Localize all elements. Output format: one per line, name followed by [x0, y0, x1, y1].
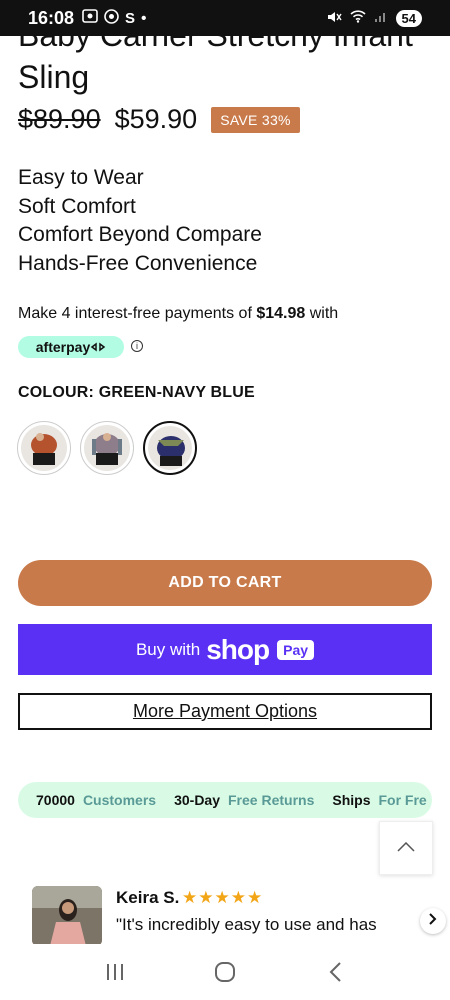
save-badge: SAVE 33% [211, 106, 300, 133]
review-next-button[interactable] [420, 908, 446, 934]
swatch-green-navy-blue[interactable] [143, 421, 197, 475]
screenshot-icon [82, 9, 98, 27]
price-row: $89.90 $59.90 SAVE 33% [18, 104, 300, 135]
reviewer-name: Keira S. [116, 888, 180, 907]
shop-logo: shop [206, 633, 270, 665]
trust-label: Customers [82, 792, 157, 808]
status-right-icons: 54 [326, 9, 422, 27]
afterpay-message: Make 4 interest-free payments of $14.98 … [18, 305, 338, 323]
trust-bar: 70000 Customers 30-Day Free Returns Ship… [18, 782, 432, 818]
battery-indicator: 54 [395, 9, 422, 27]
afterpay-text-before: Make 4 interest-free payments of [18, 305, 257, 322]
signal-icon [374, 10, 388, 26]
carrier-glyph: S [125, 9, 136, 27]
add-to-cart-button[interactable]: ADD TO CART [18, 560, 432, 606]
info-icon[interactable]: i [131, 340, 143, 352]
afterpay-arrow-icon [90, 339, 106, 355]
mute-icon [326, 10, 342, 27]
recent-apps-button[interactable] [100, 957, 130, 987]
scroll-to-top-button[interactable] [379, 821, 433, 875]
afterpay-brand: afterpay [35, 339, 91, 355]
dot-icon: • [141, 9, 147, 27]
chrome-icon [104, 8, 119, 28]
trust-label: Free Returns [228, 792, 315, 808]
swatch-image [148, 426, 192, 470]
feature-item: Comfort Beyond Compare [18, 223, 262, 246]
trust-num: 30-Day [174, 792, 220, 808]
pay-pill: Pay [277, 639, 315, 660]
feature-list: Easy to Wear Soft Comfort Comfort Beyond… [18, 164, 262, 278]
star-rating: ★★★★★ [182, 888, 264, 907]
feature-item: Soft Comfort [18, 194, 136, 218]
afterpay-logo[interactable]: afterpay [18, 336, 124, 358]
review-card: Keira S. ★★★★★ "It's incredibly easy to … [32, 886, 432, 946]
colour-swatches [17, 421, 197, 475]
chevron-up-icon [397, 839, 415, 857]
status-left-icons: S • [82, 8, 147, 28]
swatch-mauve-grey[interactable] [80, 421, 134, 475]
trust-label: For Fre [378, 792, 427, 808]
home-button[interactable] [210, 957, 240, 987]
system-nav-bar [0, 944, 450, 1000]
more-payment-options-button[interactable]: More Payment Options [18, 693, 432, 730]
sale-price: $59.90 [114, 104, 198, 134]
feature-item: Hands-Free Convenience [18, 251, 258, 275]
status-time: 16:08 [28, 7, 75, 28]
swatch-image [21, 425, 67, 471]
reviewer-photo [32, 886, 102, 946]
chevron-right-icon [429, 912, 437, 930]
afterpay-amount: $14.98 [256, 305, 306, 322]
trust-num: 70000 [36, 792, 75, 808]
shop-pay-button[interactable]: Buy with shop Pay [18, 624, 432, 675]
wifi-icon [349, 10, 366, 26]
status-bar: 16:08 S • 54 [0, 0, 450, 36]
review-text: "It's incredibly easy to use and has [116, 915, 377, 934]
swatch-rust[interactable] [17, 421, 71, 475]
colour-label: COLOUR: GREEN-NAVY BLUE [18, 384, 255, 401]
back-button[interactable] [320, 957, 350, 987]
original-price: $89.90 [18, 104, 101, 134]
shop-pay-buy-with: Buy with [135, 639, 201, 659]
feature-item: Easy to Wear [18, 166, 144, 189]
afterpay-text-after: with [305, 305, 339, 322]
trust-num: Ships [332, 792, 371, 808]
swatch-image [84, 425, 130, 471]
